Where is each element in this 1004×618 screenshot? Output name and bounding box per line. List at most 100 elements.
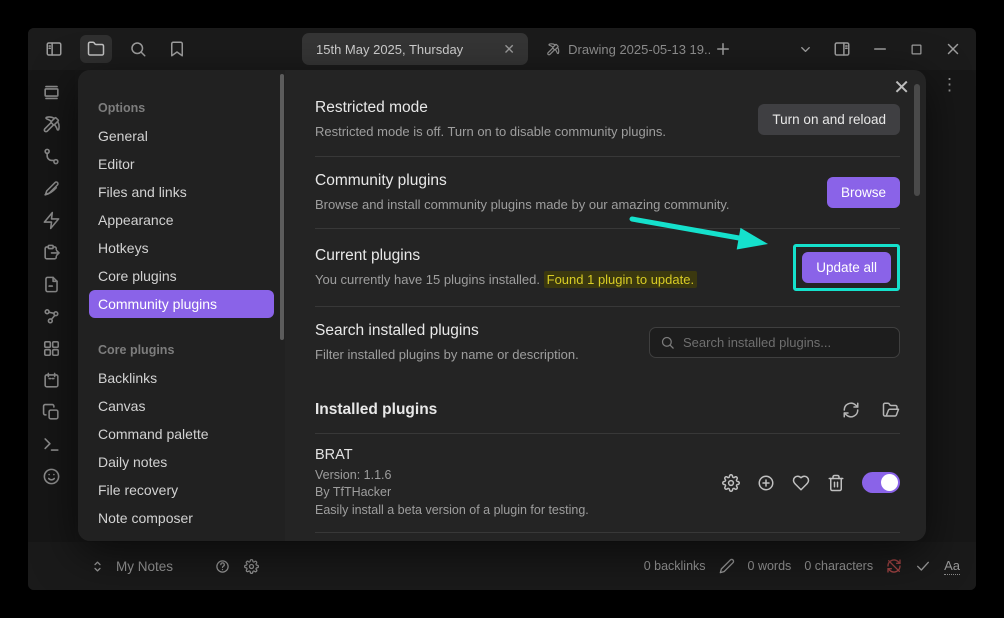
sync-off-icon[interactable] [886,558,902,574]
sidebar-item-general[interactable]: General [89,122,274,150]
plugin-uninstall-trash-icon[interactable] [827,474,845,492]
vault-name: My Notes [116,559,173,574]
setting-desc: Filter installed plugins by name or desc… [315,346,579,364]
settings-modal: Options General Editor Files and links A… [78,70,926,541]
tab-title: Drawing 2025-05-13 19.... [568,42,710,57]
setting-title: Restricted mode [315,99,666,117]
update-all-button[interactable]: Update all [802,252,891,283]
maximize-button[interactable] [909,42,924,57]
check-for-updates-icon[interactable] [842,401,860,419]
backlinks-count[interactable]: 0 backlinks [644,559,706,573]
installed-plugins-header: Installed plugins [315,401,900,434]
setting-desc: You currently have 15 plugins installed.… [315,271,697,289]
screen: 15th May 2025, Thursday ✕ Drawing 2025-0… [0,0,1004,618]
sidebar-item-core-plugins[interactable]: Core plugins [89,262,274,290]
sidebar-item-editor[interactable]: Editor [89,150,274,178]
close-window-button[interactable] [944,40,962,58]
ribbon [28,70,75,542]
tab-list-dropdown-icon[interactable] [798,42,813,57]
sidebar-item-file-recovery[interactable]: File recovery [89,476,274,504]
obsidian-window: 15th May 2025, Thursday ✕ Drawing 2025-0… [28,28,976,590]
zap-icon[interactable] [42,211,61,230]
statusbar: My Notes 0 backlinks 0 words 0 character… [28,542,976,590]
plugin-enable-toggle[interactable] [862,472,900,493]
setting-title: Community plugins [315,172,730,190]
plugin-row-calendar: Calendar Version: 1.5.10 [315,533,900,541]
help-icon[interactable] [215,559,230,574]
setting-row-restricted-mode: Restricted mode Restricted mode is off. … [315,84,900,157]
character-count[interactable]: 0 characters [804,559,873,573]
modal-close-icon[interactable]: ✕ [893,78,910,98]
setting-title: Current plugins [315,247,697,265]
pen-icon[interactable] [42,179,61,198]
git-icon[interactable] [42,147,61,166]
sidebar-item-note-composer[interactable]: Note composer [89,504,274,532]
status-items: 0 backlinks 0 words 0 characters Aa [644,542,960,590]
plugin-name: BRAT [315,447,589,463]
sidebar-item-daily-notes[interactable]: Daily notes [89,448,274,476]
titlebar-left-icons [41,28,190,70]
tab-title: 15th May 2025, Thursday [316,42,500,57]
sidebar-section-header: Core plugins [78,336,285,364]
sidebar-item-files-and-links[interactable]: Files and links [89,178,274,206]
dashboard-icon[interactable] [42,339,61,358]
sidebar-item-appearance[interactable]: Appearance [89,206,274,234]
new-tab-button[interactable] [714,40,732,58]
check-icon[interactable] [915,558,931,574]
reading-mode-toggle[interactable]: Aa [944,558,960,575]
installed-plugins-heading: Installed plugins [315,401,437,419]
annotation-highlight-box: Update all [793,244,900,291]
minimize-button[interactable] [871,40,889,58]
plugin-info-plus-icon[interactable] [757,474,775,492]
pickaxe-icon [546,42,560,57]
terminal-icon[interactable] [42,435,61,454]
sidebar-item-canvas[interactable]: Canvas [89,392,274,420]
plugin-version: Version: 1.1.6 [315,467,589,485]
vault-switcher[interactable]: My Notes [90,542,259,590]
tab-close-icon[interactable]: ✕ [500,41,518,58]
search-input[interactable] [683,335,889,350]
clipboard-paste-icon[interactable] [42,243,61,262]
titlebar-right-icons [798,28,962,70]
plugin-author: By TfTHacker [315,484,589,502]
chevrons-up-down-icon [90,559,105,574]
edit-mode-icon[interactable] [719,558,735,574]
files-icon[interactable] [80,35,112,63]
card-view-icon[interactable] [42,83,61,102]
update-found-highlight: Found 1 plugin to update. [544,271,697,288]
settings-sidebar: Options General Editor Files and links A… [78,70,285,541]
nodes-icon[interactable] [42,307,61,326]
settings-content: ✕ Restricted mode Restricted mode is off… [285,70,926,541]
plugin-options-gear-icon[interactable] [722,474,740,492]
sidebar-item-backlinks[interactable]: Backlinks [89,364,274,392]
sidebar-scrollbar[interactable] [280,74,284,340]
word-count[interactable]: 0 words [748,559,792,573]
plugin-donate-heart-icon[interactable] [792,474,810,492]
toggle-right-sidebar-button[interactable] [833,40,851,58]
bookmark-icon[interactable] [164,36,190,62]
smiley-icon[interactable] [42,467,61,486]
tab-drawing[interactable]: Drawing 2025-05-13 19.... [540,33,716,65]
sidebar-section-header: Options [78,94,285,122]
sidebar-item-command-palette[interactable]: Command palette [89,420,274,448]
turn-on-and-reload-button[interactable]: Turn on and reload [758,104,900,135]
tab-daily-note[interactable]: 15th May 2025, Thursday ✕ [302,33,528,65]
search-icon [660,335,675,350]
pickaxe-icon[interactable] [42,115,61,134]
open-plugins-folder-icon[interactable] [882,401,900,419]
setting-row-search-plugins: Search installed plugins Filter installe… [315,307,900,379]
file-note-icon[interactable] [42,275,61,294]
sidebar-item-hotkeys[interactable]: Hotkeys [89,234,274,262]
sidebar-item-community-plugins[interactable]: Community plugins [89,290,274,318]
browse-button[interactable]: Browse [827,177,900,208]
more-options-icon[interactable]: ⋮ [941,76,958,93]
calendar-icon[interactable] [42,371,61,390]
setting-row-community-plugins: Community plugins Browse and install com… [315,157,900,230]
content-scrollbar[interactable] [914,84,920,196]
toggle-left-sidebar-button[interactable] [41,36,67,62]
settings-gear-icon[interactable] [244,559,259,574]
plugin-desc: Easily install a beta version of a plugi… [315,502,589,520]
search-icon[interactable] [125,36,151,62]
plugin-search-field[interactable] [649,327,900,358]
copy-icon[interactable] [42,403,61,422]
